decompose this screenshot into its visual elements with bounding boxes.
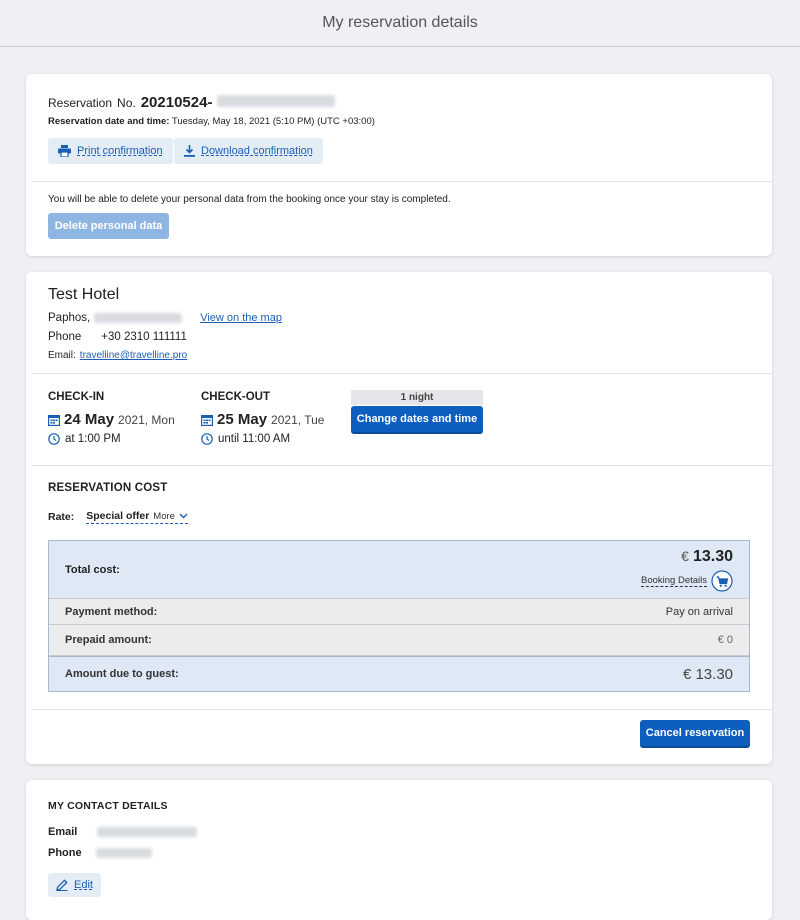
view-on-map-link[interactable]: View on the map (200, 312, 282, 324)
print-confirmation-label: Print confirmation (77, 145, 163, 157)
clock-icon (201, 433, 213, 445)
cancel-reservation-button[interactable]: Cancel reservation (640, 720, 750, 746)
page-title: My reservation details (322, 14, 478, 31)
checkout-time: until 11:00 AM (201, 433, 290, 445)
divider (32, 465, 772, 466)
reservation-number-line: Reservation No. 20210524- (48, 94, 336, 111)
total-cost-value: 13.30 (692, 547, 733, 565)
contact-email-label: Email (48, 826, 78, 838)
checkin-label: CHECK-IN (48, 391, 105, 403)
payment-method-label: Payment method: (65, 605, 158, 618)
reservation-no-label: No. (117, 96, 136, 110)
redacted-email (97, 827, 198, 837)
payment-method-value: Pay on arrival (665, 605, 733, 618)
download-confirmation-button[interactable]: Download confirmation (174, 138, 323, 164)
rate-selector[interactable]: Special offer More (86, 510, 188, 524)
hotel-email: Email: travelline@travelline.pro (48, 350, 187, 361)
hotel-card: Test Hotel Paphos, View on the map Phone… (26, 272, 772, 764)
prepaid-amount-label: Prepaid amount: (65, 634, 152, 646)
rate-value: Special offer (86, 510, 150, 522)
prepaid-amount-row: Prepaid amount: € 0 (49, 625, 749, 656)
amount-due-value: € 13.30 (682, 665, 733, 683)
nights-badge: 1 night (351, 390, 483, 405)
edit-label: Edit (74, 879, 93, 891)
divider (32, 373, 772, 374)
total-cost-amount: € 13.30 (681, 548, 733, 566)
total-cost-row: Total cost: € 13.30 Booking Details (49, 541, 749, 599)
download-confirmation-label: Download confirmation (201, 145, 313, 157)
chevron-down-icon (179, 513, 188, 519)
rate-row: Rate: Special offer More (48, 510, 188, 524)
redacted-phone (95, 848, 152, 858)
hotel-phone: Phone +30 2310 111111 (48, 331, 187, 343)
payment-method-row: Payment method: Pay on arrival (49, 599, 749, 625)
calendar-icon (48, 414, 60, 426)
contact-phone-label: Phone (48, 847, 82, 859)
amount-due-label: Amount due to guest: (65, 668, 179, 680)
checkout-date: 25 May 2021, Tue (201, 411, 324, 428)
more-label: More (153, 510, 175, 522)
delete-data-note: You will be able to delete your personal… (48, 194, 451, 205)
contact-heading: MY CONTACT DETAILS (48, 800, 168, 812)
booking-details-link[interactable]: Booking Details (640, 569, 733, 592)
contact-card: MY CONTACT DETAILS Email Phone Edit (26, 780, 772, 920)
hotel-name: Test Hotel (48, 286, 120, 303)
total-cost-label: Total cost: (65, 563, 120, 576)
prepaid-amount-value: € 0 (717, 634, 733, 646)
cost-table: Total cost: € 13.30 Booking Details Paym… (48, 540, 750, 692)
pencil-icon (56, 879, 68, 891)
hotel-email-link[interactable]: travelline@travelline.pro (80, 350, 187, 361)
divider (32, 181, 772, 182)
hotel-city: Paphos, (48, 312, 91, 324)
rate-label: Rate: (48, 511, 75, 523)
reservation-datetime: Reservation date and time: Tuesday, May … (48, 116, 375, 127)
print-confirmation-button[interactable]: Print confirmation (48, 138, 173, 164)
redacted-reservation-suffix (217, 95, 336, 107)
edit-contact-button[interactable]: Edit (48, 873, 101, 897)
cart-icon (711, 569, 733, 592)
phone-value: +30 2310 111111 (101, 331, 187, 343)
phone-label: Phone (48, 331, 82, 343)
page-header: My reservation details (0, 0, 800, 47)
contact-email: Email (48, 826, 198, 838)
total-cost-value-block: € 13.30 Booking Details (640, 548, 733, 592)
reservation-cost-heading: RESERVATION COST (48, 482, 168, 494)
download-icon (184, 145, 195, 157)
checkin-date: 24 May 2021, Mon (48, 411, 175, 428)
change-dates-button[interactable]: Change dates and time (351, 406, 483, 432)
divider (32, 709, 772, 710)
currency-symbol: € (681, 547, 689, 564)
printer-icon (58, 145, 71, 157)
checkout-label: CHECK-OUT (201, 391, 270, 403)
contact-phone: Phone (48, 847, 152, 859)
redacted-address (94, 313, 183, 323)
booking-details-label: Booking Details (640, 574, 707, 587)
reservation-card: Reservation No. 20210524- Reservation da… (26, 74, 772, 256)
clock-icon (48, 433, 60, 445)
calendar-icon (201, 414, 213, 426)
hotel-address: Paphos, View on the map (48, 312, 282, 324)
checkin-time: at 1:00 PM (48, 433, 121, 445)
amount-due-row: Amount due to guest: € 13.30 (49, 656, 749, 691)
reservation-number: 20210524- (140, 94, 213, 111)
email-label: Email: (48, 350, 76, 361)
delete-personal-data-button[interactable]: Delete personal data (48, 213, 169, 239)
reservation-label: Reservation (48, 96, 113, 110)
